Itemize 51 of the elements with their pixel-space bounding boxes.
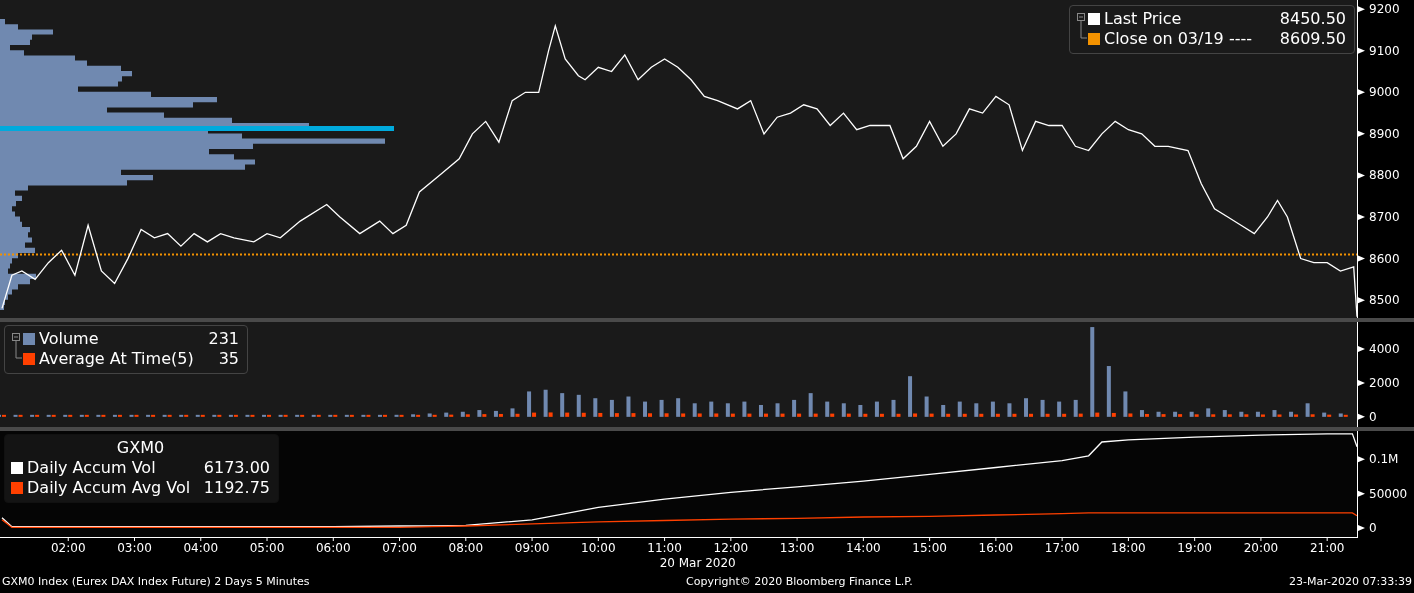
axis-tick-label: 03:00: [117, 541, 152, 555]
axis-tick-label: 0: [1369, 409, 1377, 424]
footer-text: Copyright© 2020 Bloomberg Finance L.P.: [686, 574, 913, 589]
axis-tick-label: 0: [1369, 521, 1377, 536]
legend-value: 1192.75: [202, 478, 270, 498]
axis-tick-label: 04:00: [183, 541, 219, 555]
axis-tick-label: 19:00: [1177, 541, 1212, 555]
axis-tick-label: 10:00: [581, 541, 616, 555]
legend-label: Daily Accum Vol: [27, 458, 156, 478]
axis-tick-label: 50000: [1369, 486, 1408, 501]
legend-value: 8450.50: [1278, 9, 1346, 29]
axis-tick-label: 08:00: [448, 541, 484, 555]
axis-tick-label: 11:00: [647, 541, 682, 555]
footer-text: 23-Mar-2020 07:33:39: [1289, 574, 1412, 589]
axis-tick-label: 09:00: [514, 541, 550, 555]
axis-tick-label: 8900: [1369, 126, 1400, 141]
axis-tick-label: 07:00: [382, 541, 417, 555]
axis-tick-label: 21:00: [1309, 541, 1345, 555]
axis-tick-label: 8600: [1369, 251, 1400, 266]
axis-tick-label: 9200: [1369, 2, 1400, 17]
axis-tick-label: 14:00: [846, 541, 881, 555]
axis-tick-label: 9100: [1369, 43, 1400, 58]
legend-label: Close on 03/19 ----: [1104, 29, 1252, 49]
axis-tick-label: 8700: [1369, 210, 1400, 224]
axis-tick-label: 9000: [1369, 85, 1400, 100]
axis-tick-label: 0.1M: [1369, 452, 1399, 467]
legend-label: Volume: [39, 329, 99, 349]
axis-label: 20 Mar 2020: [659, 556, 736, 570]
legend-value: 35: [217, 349, 239, 369]
axis-tick-label: 4000: [1369, 342, 1400, 357]
legend-value: 6173.00: [202, 458, 270, 478]
axis-tick-label: 06:00: [316, 541, 351, 555]
axis-tick-label: 8800: [1369, 168, 1400, 183]
axis-tick-label: 8500: [1369, 293, 1400, 308]
legend-value: 8609.50: [1278, 29, 1346, 49]
legend-value: 231: [207, 329, 239, 349]
axis-tick-label: 16:00: [978, 541, 1014, 555]
legend-label: Daily Accum Avg Vol: [27, 478, 191, 498]
axis-tick-label: 20:00: [1243, 541, 1279, 555]
axis-tick-label: 05:00: [249, 541, 285, 555]
axis-tick-label: 13:00: [779, 541, 815, 555]
axis-tick-label: 12:00: [713, 541, 749, 555]
axis-tick-label: 02:00: [50, 541, 86, 555]
axis-tick-label: 17:00: [1044, 541, 1080, 555]
legend-title: GXM0: [115, 438, 166, 458]
axis-tick-label: 15:00: [912, 541, 947, 555]
legend-label: Last Price: [1104, 9, 1182, 29]
legend-label: Average At Time(5): [39, 349, 194, 369]
axis-tick-label: 2000: [1369, 375, 1400, 390]
footer-text: GXM0 Index (Eurex DAX Index Future) 2 Days 5 Minutes: [2, 574, 310, 589]
axis-tick-label: 18:00: [1111, 541, 1146, 555]
